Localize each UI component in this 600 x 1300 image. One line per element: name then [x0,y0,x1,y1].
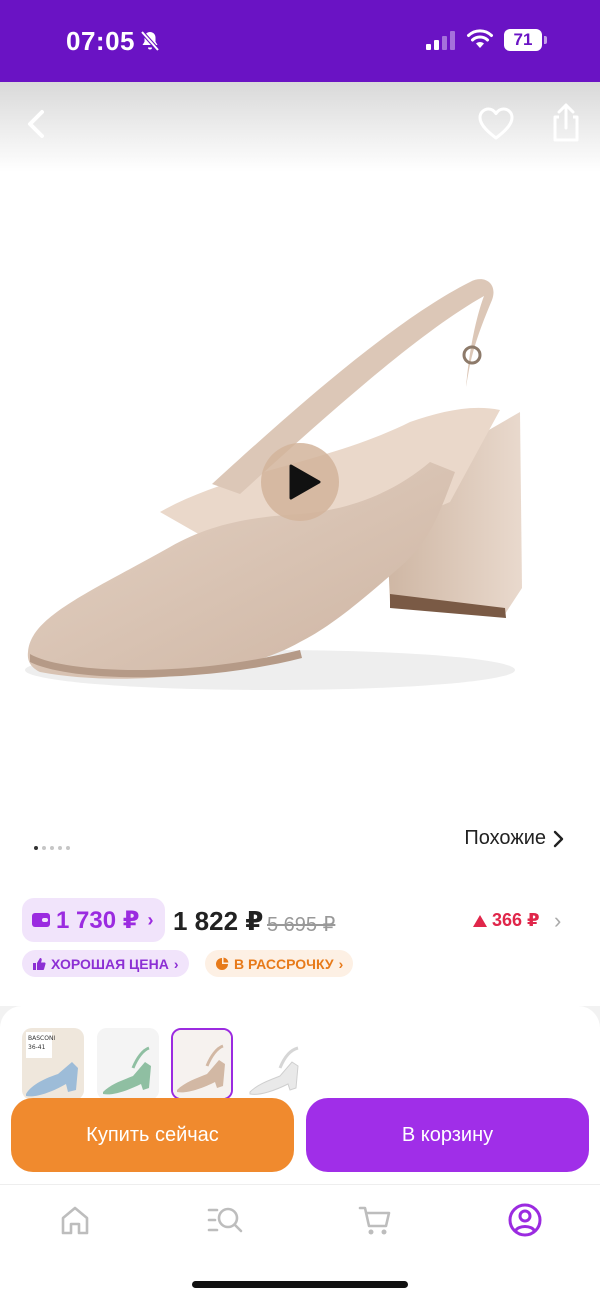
heart-icon[interactable] [474,102,518,146]
chevron-right-icon [553,830,564,847]
wifi-icon [467,29,493,48]
wallet-icon [32,913,50,927]
triangle-up-icon [473,914,487,927]
chevron-right-icon: › [338,955,344,972]
pagination-dot [34,846,38,850]
chevron-right-icon: › [173,955,179,972]
signal-icon [426,30,455,50]
add-to-cart-button[interactable]: В корзину [306,1098,589,1172]
cart-icon[interactable] [355,1200,395,1240]
battery-tip [544,36,547,44]
variant-size-text: 36-41 [28,1044,46,1051]
variant-thumb-white[interactable] [246,1028,308,1100]
profile-icon[interactable] [505,1200,545,1240]
pagination-dot [66,846,70,850]
play-icon [289,464,321,500]
variant-thumb-green[interactable] [97,1028,159,1100]
installment-label: В РАССРОЧКУ [234,955,334,972]
main-price: 1 822 ₽ [173,906,264,936]
home-indicator [192,1281,408,1288]
wallet-price-badge[interactable]: 1 730 ₽ › [22,898,166,942]
chevron-left-icon[interactable] [18,102,54,146]
chevron-right-icon[interactable]: › [554,908,561,934]
status-time: 07:05 [66,26,135,56]
variant-thumb-beige[interactable] [171,1028,233,1100]
price-drop[interactable]: 366 ₽ [473,910,540,931]
bell-off-icon [140,30,160,52]
top-navigation [0,82,600,172]
similar-label: Похожие [464,827,546,849]
similar-link[interactable]: Похожие [464,827,564,850]
home-icon[interactable] [55,1200,95,1240]
pagination-dot [50,846,54,850]
pagination-dot [58,846,62,850]
catalog-search-icon[interactable] [205,1200,245,1240]
price-drop-value: 366 ₽ [492,910,540,930]
play-video-button[interactable] [261,443,339,521]
thumbs-up-icon [33,957,46,970]
battery-icon: 71 [504,29,542,51]
old-price: 5 695 ₽ [267,914,336,936]
variant-thumb-blue[interactable]: BASCONI 36-41 [22,1028,84,1100]
installment-tag[interactable]: В РАССРОЧКУ › [205,950,354,977]
good-price-tag[interactable]: ХОРОШАЯ ЦЕНА › [22,950,189,977]
share-icon[interactable] [544,100,588,146]
variant-brand-text: BASCONI [28,1035,55,1042]
pagination-dot [42,846,46,850]
pie-chart-icon [216,957,229,970]
gallery-pagination [34,846,70,850]
chevron-right-icon: › [147,909,154,930]
good-price-label: ХОРОШАЯ ЦЕНА [51,955,169,972]
wallet-price-value: 1 730 ₽ [56,906,140,934]
buy-now-button[interactable]: Купить сейчас [11,1098,294,1172]
